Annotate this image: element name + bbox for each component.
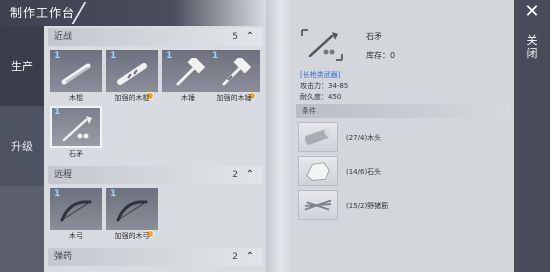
wood-log-icon [304,127,331,145]
recipe-list[interactable]: 近战 5 ⌃ 1 木棍 1 加强的木棍 1 木锤 1 加强的木锤 1 石矛 远程… [44,26,266,272]
item-name: 木棍 [69,94,83,102]
category-tabs: 生产 升级 [0,26,44,272]
recipe-detail-panel: 石矛 库存：0 [长枪类武器] 攻击力：34-85 耐久度：450 条件 (27… [292,0,514,272]
material-row: (14/6)石头 [298,156,508,188]
stone-spear-icon [301,29,343,61]
section-title: 弹药 [54,252,73,262]
material-slot [298,190,338,220]
material-text: (27/4)木头 [346,134,382,142]
stone-spear-icon [62,116,92,142]
detail-attack: 攻击力：34-85 [300,82,349,90]
section-title: 近战 [54,32,73,42]
section-title: 远程 [54,170,73,180]
item-name: 石矛 [69,150,83,158]
item-name: 木弓 [69,232,83,240]
stone-icon [306,162,330,181]
reinforced-wooden-hammer-icon [222,58,252,86]
boar-tendon-icon [304,199,332,211]
wooden-stick-icon [61,63,91,85]
material-slot [298,156,338,186]
material-text: (15/2)野猪筋 [346,202,389,210]
reinforced-wooden-bow-icon [116,200,148,222]
chevron-up-icon[interactable]: ⌃ [244,251,256,263]
title-decoration [71,2,115,24]
close-icon: ✕ [524,1,540,22]
section-header-melee[interactable]: 近战 5 ⌃ [48,28,262,46]
material-slot [298,122,338,152]
reinforced-wooden-stick-icon [117,63,147,85]
recipe-stone-spear[interactable]: 1 石矛 [50,106,102,160]
material-row: (27/4)木头 [298,122,508,154]
recipe-reinforced-wooden-bow[interactable]: 1 加强的木弓 [106,188,158,242]
tab-production[interactable]: 生产 [0,26,44,106]
wooden-bow-icon [60,200,92,222]
chevron-up-icon[interactable]: ⌃ [244,169,256,181]
close-button[interactable]: ✕ 关闭 [514,0,550,272]
panel-divider [266,0,292,272]
section-header-ammo[interactable]: 弹药 2 ⌃ [48,248,262,266]
item-name: 加强的木弓 [114,232,150,240]
material-text: (14/6)石头 [346,168,382,176]
recipe-wooden-stick[interactable]: 1 木棍 [50,50,102,104]
detail-durability: 耐久度：450 [300,93,342,101]
close-label: 关闭 [526,34,538,60]
recipe-reinforced-wooden-stick[interactable]: 1 加强的木棍 [106,50,158,104]
item-name: 加强的木棍 [114,94,150,102]
wooden-hammer-icon [176,58,206,86]
item-name: 加强的木锤 [216,94,252,102]
chevron-up-icon[interactable]: ⌃ [244,31,256,43]
window-title-bar: 制作工作台 [0,0,266,26]
detail-stock: 库存：0 [366,51,396,60]
section-header-ranged[interactable]: 远程 2 ⌃ [48,166,262,184]
materials-header: 条件 [296,104,510,118]
material-row: (15/2)野猪筋 [298,190,508,222]
detail-item-name: 石矛 [366,32,382,41]
section-count: 2 [232,252,238,262]
detail-weapon-type[interactable]: [长枪类武器] [300,70,340,80]
tab-label: 生产 [11,60,33,73]
window-title: 制作工作台 [10,6,76,20]
tab-upgrade[interactable]: 升级 [0,106,44,186]
recipe-reinforced-wooden-hammer[interactable]: 1 加强的木锤 [208,50,260,104]
section-count: 2 [232,170,238,180]
tab-label: 升级 [11,140,33,153]
section-count: 5 [232,32,238,42]
recipe-wooden-bow[interactable]: 1 木弓 [50,188,102,242]
